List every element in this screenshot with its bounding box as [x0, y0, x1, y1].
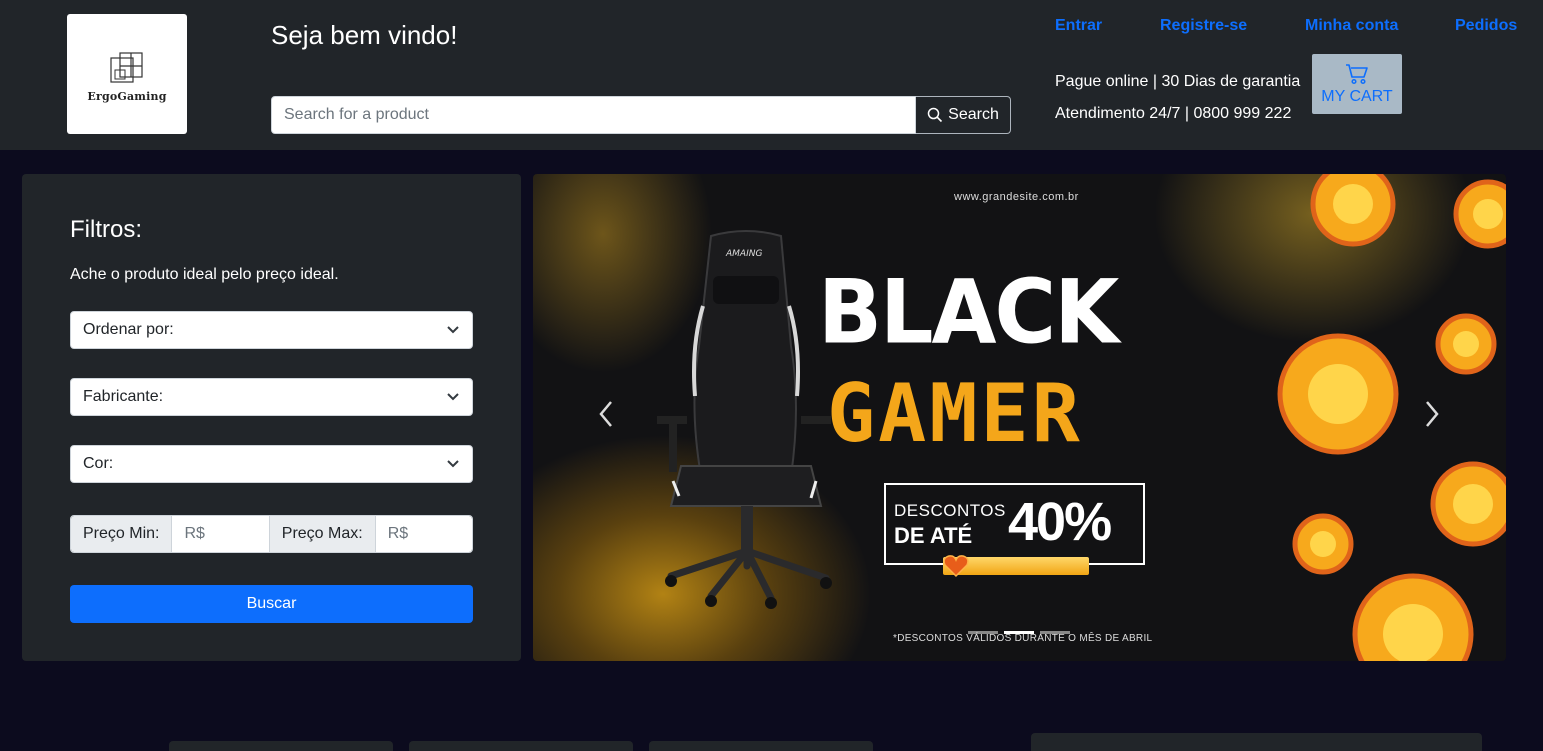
- promo-carousel: www.grandesite.com.br AMAING BLACK GAMER…: [533, 174, 1506, 661]
- filters-title: Filtros:: [70, 216, 142, 243]
- discount-label-1: DESCONTOS: [894, 501, 1006, 520]
- price-min-label: Preço Min:: [71, 516, 173, 552]
- nav-orders-link[interactable]: Pedidos: [1455, 17, 1517, 35]
- order-by-select[interactable]: Ordenar por:: [70, 311, 473, 349]
- product-card[interactable]: [169, 741, 393, 751]
- chevron-down-icon: [447, 460, 459, 468]
- price-range-group: Preço Min: R$ Preço Max: R$: [70, 515, 473, 553]
- filters-panel: Filtros: Ache o produto ideal pelo preço…: [22, 174, 521, 661]
- welcome-heading: Seja bem vindo!: [271, 20, 458, 50]
- nav-register-link[interactable]: Registre-se: [1160, 17, 1247, 35]
- carousel-prev-button[interactable]: [597, 399, 615, 438]
- chair-brand: AMAING: [725, 249, 762, 259]
- chevron-down-icon: [447, 326, 459, 334]
- discount-box: DESCONTOS DE ATÉ 40%: [884, 483, 1145, 565]
- chevron-left-icon: [599, 401, 612, 427]
- color-value: Cor:: [83, 455, 114, 472]
- chevron-right-icon: [1426, 401, 1439, 427]
- nav-login-link[interactable]: Entrar: [1055, 17, 1102, 35]
- logo-mark-icon: [110, 51, 143, 83]
- info-support: Atendimento 24/7 | 0800 999 222: [1055, 105, 1292, 122]
- color-select[interactable]: Cor:: [70, 445, 473, 483]
- discount-label-2: DE ATÉ: [894, 523, 973, 548]
- gaming-chair-image: AMAING: [657, 230, 832, 609]
- search-bar: Search: [271, 96, 1011, 134]
- price-max-label: Preço Max:: [269, 516, 376, 552]
- product-card[interactable]: [409, 741, 633, 751]
- banner-site-url: www.grandesite.com.br: [954, 191, 1079, 203]
- logo[interactable]: ErgoGaming: [67, 14, 187, 134]
- banner-headline-gamer: GAMER: [827, 367, 1083, 460]
- cart-icon: [1346, 63, 1368, 84]
- logo-text: ErgoGaming: [87, 89, 167, 103]
- chevron-down-icon: [447, 393, 459, 401]
- banner-headline-black: BLACK: [818, 260, 1119, 364]
- heart-icon: [943, 555, 969, 578]
- coins-decoration: [1277, 174, 1506, 661]
- site-header: ErgoGaming Seja bem vindo! Search Entrar…: [0, 0, 1543, 150]
- price-min-input[interactable]: R$: [172, 516, 270, 552]
- carousel-next-button[interactable]: [1423, 399, 1441, 438]
- search-input[interactable]: [271, 96, 916, 134]
- side-panel: [1031, 733, 1482, 751]
- cart-label: MY CART: [1321, 87, 1393, 105]
- discount-value: 40%: [1008, 492, 1112, 552]
- manufacturer-value: Fabricante:: [83, 388, 164, 405]
- banner-footnote: *DESCONTOS VÁLIDOS DURANTE O MÊS DE ABRI…: [893, 633, 1153, 644]
- search-icon: [927, 107, 943, 123]
- cart-button[interactable]: MY CART: [1312, 54, 1402, 114]
- product-card[interactable]: [649, 741, 873, 751]
- order-by-value: Ordenar por:: [83, 321, 174, 338]
- manufacturer-select[interactable]: Fabricante:: [70, 378, 473, 416]
- buscar-button[interactable]: Buscar: [70, 585, 473, 623]
- info-payment: Pague online | 30 Dias de garantia: [1055, 73, 1301, 90]
- search-button[interactable]: Search: [916, 96, 1011, 134]
- nav-account-link[interactable]: Minha conta: [1305, 17, 1398, 35]
- price-max-input[interactable]: R$: [375, 516, 472, 552]
- filters-subtitle: Ache o produto ideal pelo preço ideal.: [70, 266, 339, 283]
- search-button-label: Search: [948, 106, 999, 123]
